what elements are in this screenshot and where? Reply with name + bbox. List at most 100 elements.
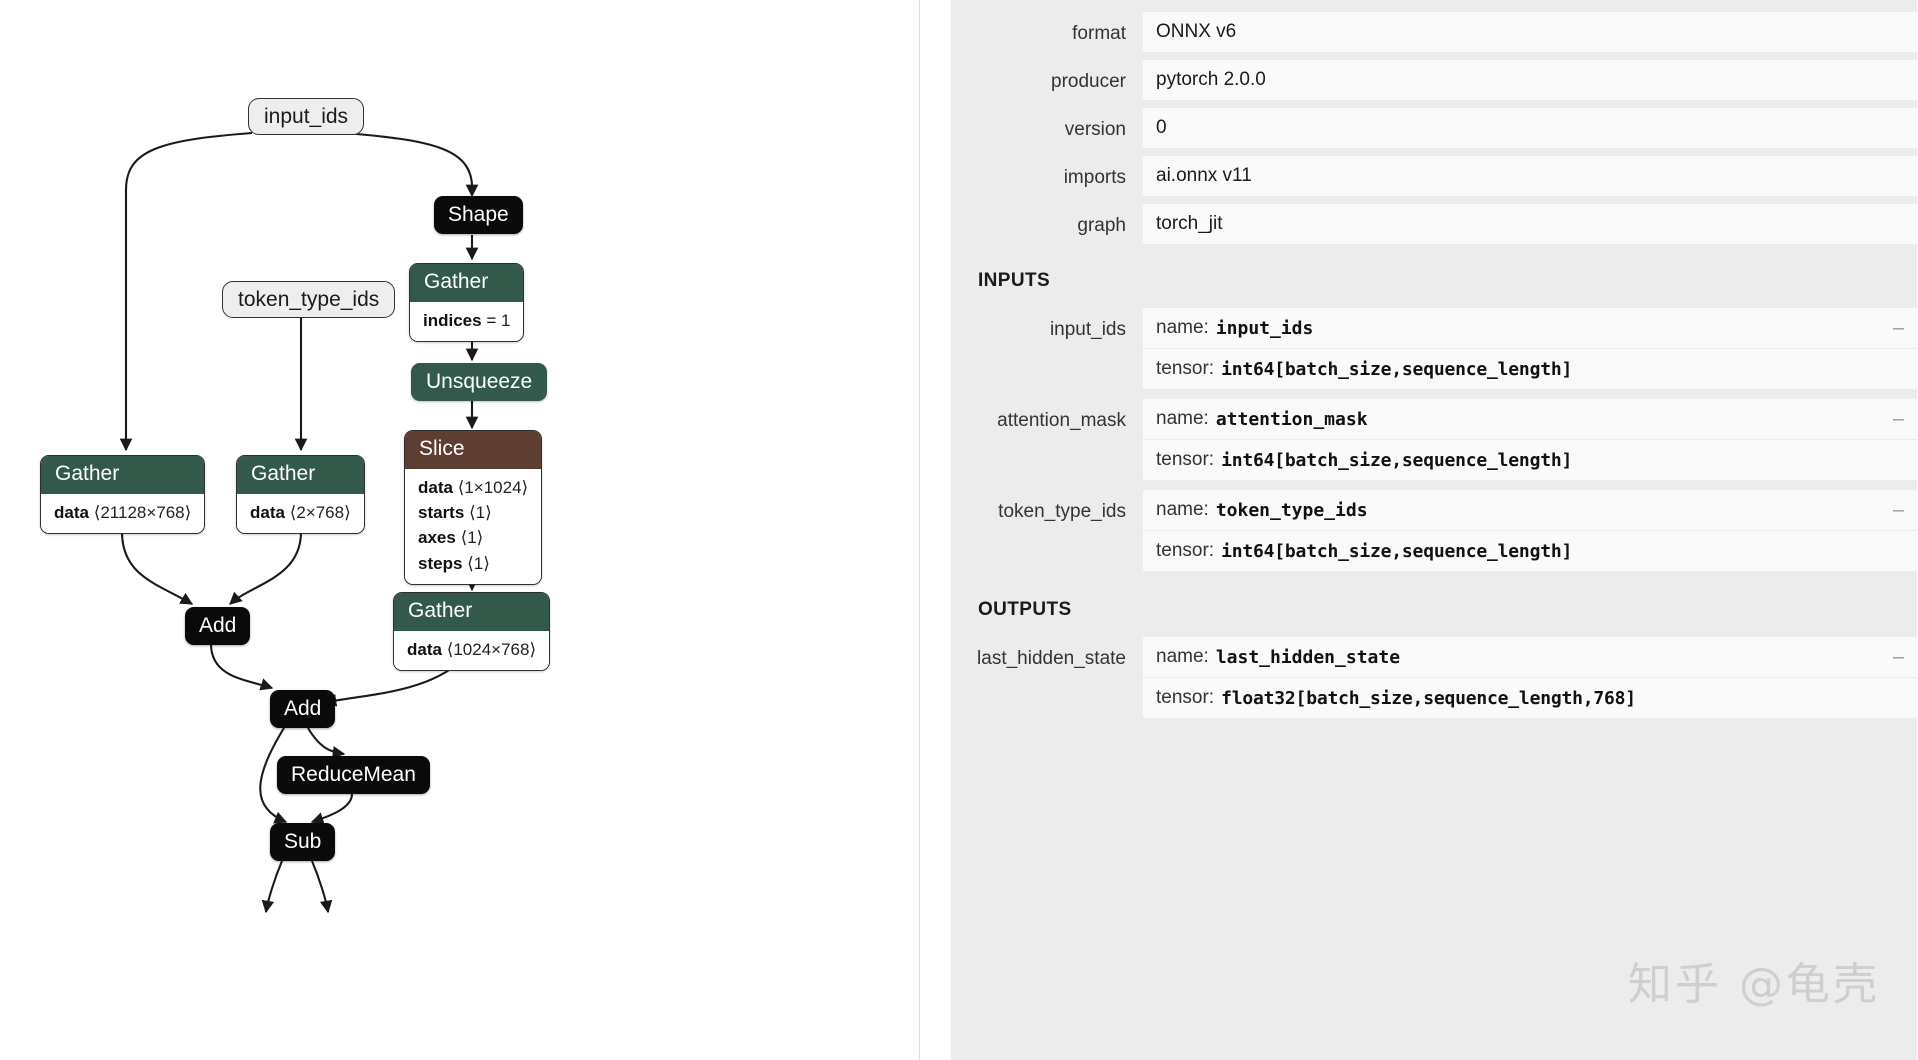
property-value: torch_jit <box>1143 204 1917 244</box>
graph-node-unsqueeze[interactable]: Unsqueeze <box>411 363 548 401</box>
input-row-attention-mask: attention_mask name: attention_mask – te… <box>951 399 1917 480</box>
collapse-icon[interactable]: – <box>1883 500 1904 520</box>
node-attribute: data ⟨1024×768⟩ <box>407 637 536 662</box>
node-label: Add <box>284 697 322 720</box>
property-row-version: version 0 <box>951 108 1917 148</box>
graph-node-add-2[interactable]: Add <box>270 690 336 728</box>
property-row-format: format ONNX v6 <box>951 12 1917 52</box>
input-row-input-ids: input_ids name: input_ids – tensor: int6… <box>951 308 1917 389</box>
input-card[interactable]: name: token_type_ids – tensor: int64[bat… <box>1143 490 1917 571</box>
property-row-producer: producer pytorch 2.0.0 <box>951 60 1917 100</box>
model-properties-list: format ONNX v6 producer pytorch 2.0.0 ve… <box>951 12 1917 244</box>
attr-value: 1 <box>500 311 511 331</box>
node-label: Unsqueeze <box>426 370 533 393</box>
input-name-value: token_type_ids <box>1215 499 1368 521</box>
property-label: graph <box>1077 215 1126 236</box>
name-label: name: <box>1156 646 1209 667</box>
attr-key: steps <box>418 553 463 573</box>
input-tensor-value: int64[batch_size,sequence_length] <box>1221 358 1573 380</box>
attr-value: ⟨1⟩ <box>467 553 490 573</box>
attr-value: ⟨21128×768⟩ <box>93 503 192 523</box>
node-attributes: data ⟨1024×768⟩ <box>394 631 550 671</box>
collapse-icon[interactable]: – <box>1883 318 1904 338</box>
input-tensor-value: int64[batch_size,sequence_length] <box>1221 449 1573 471</box>
node-attribute: indices = 1 <box>423 308 510 333</box>
tensor-label: tensor: <box>1156 687 1215 708</box>
attr-key: data <box>250 503 285 523</box>
input-card[interactable]: name: attention_mask – tensor: int64[bat… <box>1143 399 1917 480</box>
attr-value: ⟨1⟩ <box>469 503 492 523</box>
graph-node-gather-indices[interactable]: Gather indices = 1 <box>409 263 525 343</box>
input-tensor-line: tensor: int64[batch_size,sequence_length… <box>1143 348 1917 389</box>
input-name-value: attention_mask <box>1215 408 1368 430</box>
property-label: version <box>1064 119 1126 140</box>
property-value: ONNX v6 <box>1143 12 1917 52</box>
property-value: ai.onnx v11 <box>1143 156 1917 196</box>
attr-value: ⟨2×768⟩ <box>289 503 351 523</box>
output-label: last_hidden_state <box>977 648 1126 669</box>
tensor-label: tensor: <box>1156 540 1215 561</box>
property-value: 0 <box>1143 108 1917 148</box>
outputs-list: last_hidden_state name: last_hidden_stat… <box>951 637 1917 718</box>
input-row-token-type-ids: token_type_ids name: token_type_ids – te… <box>951 490 1917 571</box>
graph-node-gather-word-embeddings[interactable]: Gather data ⟨21128×768⟩ <box>40 455 206 535</box>
property-label: imports <box>1063 167 1126 188</box>
node-label: Sub <box>284 830 322 853</box>
node-attribute: axes ⟨1⟩ <box>418 525 528 550</box>
attr-key: axes <box>418 528 456 548</box>
collapse-icon[interactable]: – <box>1883 647 1904 667</box>
watermark: 知乎 @龟壳 <box>1628 959 1880 1010</box>
node-header: Gather <box>410 264 524 303</box>
attr-value: ⟨1024×768⟩ <box>446 640 537 660</box>
attr-key: data <box>407 640 442 660</box>
graph-node-shape[interactable]: Shape <box>434 196 523 234</box>
graph-node-token-type-ids[interactable]: token_type_ids <box>222 281 396 318</box>
output-tensor-line: tensor: float32[batch_size,sequence_leng… <box>1143 677 1917 718</box>
node-label: input_ids <box>264 104 349 128</box>
output-card[interactable]: name: last_hidden_state – tensor: float3… <box>1143 637 1917 718</box>
graph-node-input-ids[interactable]: input_ids <box>248 98 365 135</box>
node-attribute: steps ⟨1⟩ <box>418 551 528 576</box>
attr-key: starts <box>418 503 465 523</box>
property-label: format <box>1072 23 1126 44</box>
attr-value: ⟨1⟩ <box>460 528 484 548</box>
node-header: Gather <box>394 593 550 632</box>
graph-node-gather-position-embeddings[interactable]: Gather data ⟨1024×768⟩ <box>393 592 551 672</box>
output-tensor-value: float32[batch_size,sequence_length,768] <box>1221 687 1636 709</box>
input-name-line: name: token_type_ids – <box>1143 490 1917 530</box>
attr-key: indices <box>423 311 482 331</box>
graph-canvas[interactable]: input_ids token_type_ids Shape Gather in… <box>0 0 920 1060</box>
input-label: attention_mask <box>997 410 1126 431</box>
graph-node-sub[interactable]: Sub <box>270 823 336 861</box>
input-name-line: name: attention_mask – <box>1143 399 1917 439</box>
output-name-value: last_hidden_state <box>1215 646 1401 668</box>
input-name-value: input_ids <box>1215 317 1314 339</box>
inputs-section-title: INPUTS <box>978 270 1051 291</box>
node-attributes: data ⟨2×768⟩ <box>237 494 364 534</box>
node-attribute: starts ⟨1⟩ <box>418 500 528 525</box>
name-label: name: <box>1156 408 1209 429</box>
inputs-list: input_ids name: input_ids – tensor: int6… <box>951 308 1917 571</box>
property-row-graph: graph torch_jit <box>951 204 1917 244</box>
sidebar-content: format ONNX v6 producer pytorch 2.0.0 ve… <box>951 0 1917 1060</box>
graph-node-add-1[interactable]: Add <box>185 607 251 645</box>
tensor-label: tensor: <box>1156 358 1215 379</box>
attr-value: ⟨1×1024⟩ <box>457 478 529 498</box>
attr-key: data <box>418 478 453 498</box>
node-attributes: indices = 1 <box>410 302 524 342</box>
collapse-icon[interactable]: – <box>1883 409 1904 429</box>
node-attribute: data ⟨2×768⟩ <box>250 500 351 525</box>
input-tensor-line: tensor: int64[batch_size,sequence_length… <box>1143 530 1917 571</box>
node-header: Slice <box>405 431 542 470</box>
graph-node-slice[interactable]: Slice data ⟨1×1024⟩ starts ⟨1⟩ axes ⟨1⟩ … <box>404 430 543 585</box>
node-label: Shape <box>448 203 509 226</box>
node-attribute: data ⟨1×1024⟩ <box>418 475 528 500</box>
input-tensor-value: int64[batch_size,sequence_length] <box>1221 540 1573 562</box>
graph-node-gather-token-type-embeddings[interactable]: Gather data ⟨2×768⟩ <box>236 455 365 535</box>
input-name-line: name: input_ids – <box>1143 308 1917 348</box>
node-attribute: data ⟨21128×768⟩ <box>54 500 191 525</box>
name-label: name: <box>1156 317 1209 338</box>
graph-node-reducemean[interactable]: ReduceMean <box>277 756 430 794</box>
input-card[interactable]: name: input_ids – tensor: int64[batch_si… <box>1143 308 1917 389</box>
input-tensor-line: tensor: int64[batch_size,sequence_length… <box>1143 439 1917 480</box>
